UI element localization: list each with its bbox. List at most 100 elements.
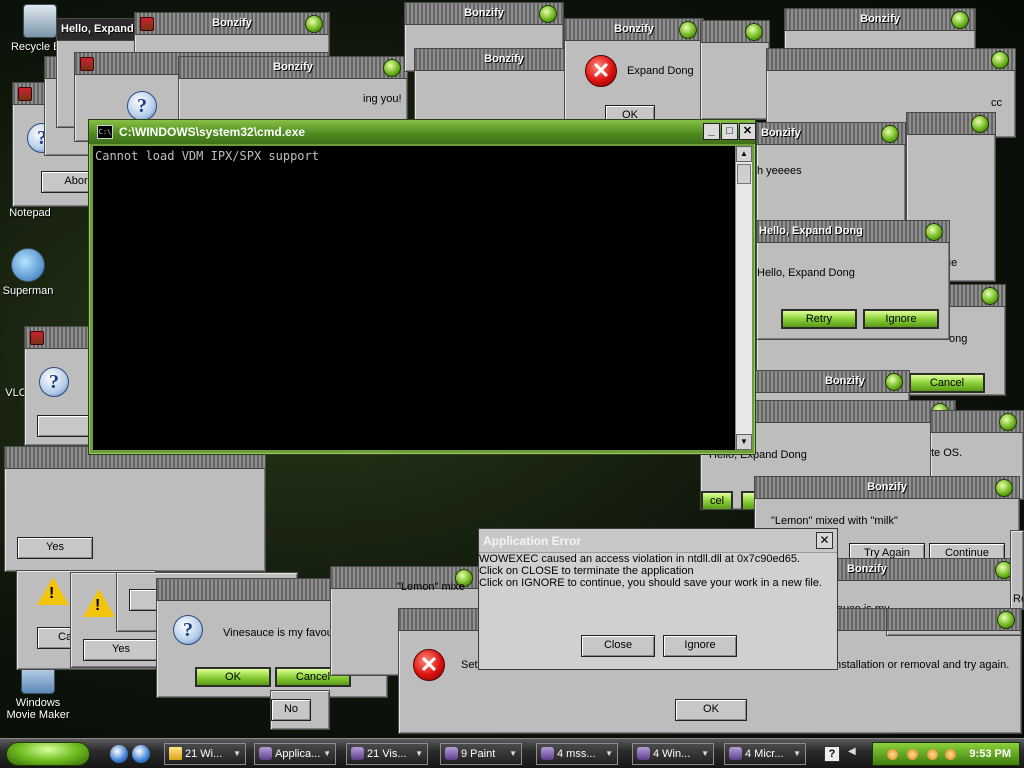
close-icon[interactable] <box>305 15 323 33</box>
cmd-titlebar[interactable]: C:\ C:\WINDOWS\system32\cmd.exe _ □ ✕ <box>89 120 756 144</box>
warning-icon: ! <box>37 577 69 605</box>
console-icon: C:\ <box>97 125 113 139</box>
dialog-titlebar[interactable]: Application Error ✕ <box>479 529 837 553</box>
bonzify-window: Bonzify h yeeees <box>756 122 906 222</box>
recycle-bin-icon <box>23 4 57 38</box>
task-label: 21 Wi... <box>185 748 223 760</box>
close-icon[interactable] <box>539 5 557 23</box>
desktop-icon-superman[interactable]: Superman <box>0 248 66 297</box>
close-icon[interactable] <box>995 479 1013 497</box>
task-label: 4 Win... <box>653 748 691 760</box>
taskbar-group-micr[interactable]: 4 Micr... ▼ <box>724 743 806 765</box>
internet-explorer-icon[interactable] <box>110 745 128 763</box>
dialog-message: Set <box>461 659 478 671</box>
help-icon[interactable]: ? <box>824 746 840 762</box>
close-icon[interactable] <box>383 59 401 77</box>
tray-arrow-icon[interactable]: ◀ <box>848 746 856 757</box>
close-icon[interactable] <box>999 413 1017 431</box>
bonzify-window: Re <box>1010 530 1024 610</box>
bonzify-window: Yes <box>4 446 266 572</box>
bonzify-window: Bonzify ✕ Expand Dong OK <box>564 18 704 128</box>
taskbar-group-paint[interactable]: 9 Paint ▼ <box>440 743 522 765</box>
close-button[interactable]: Close <box>581 635 655 657</box>
close-icon[interactable] <box>951 11 969 29</box>
retry-button[interactable]: Retry <box>781 309 857 329</box>
close-icon[interactable]: ✕ <box>816 532 833 549</box>
scroll-thumb[interactable] <box>737 164 751 184</box>
search-icon[interactable] <box>927 749 938 760</box>
vertical-scrollbar[interactable]: ▲ ▼ <box>735 146 752 450</box>
player-icon <box>11 248 45 282</box>
cancel-button[interactable]: cel <box>701 491 733 509</box>
close-icon[interactable] <box>997 611 1015 629</box>
maximize-button[interactable]: □ <box>721 123 738 140</box>
chevron-down-icon: ▼ <box>233 749 241 758</box>
close-icon[interactable] <box>745 23 763 41</box>
task-label: Applica... <box>275 748 321 760</box>
bonzify-window: No <box>270 690 330 730</box>
ok-button[interactable]: OK <box>675 699 747 721</box>
taskbar-group-application[interactable]: Applica... ▼ <box>254 743 336 765</box>
window-title: Bonzify <box>860 13 900 25</box>
dialog-message: nstallation or removal and try again. <box>835 659 1010 671</box>
scroll-down-icon[interactable]: ▼ <box>736 434 752 450</box>
dialog-message: h yeeees <box>757 165 802 177</box>
dialog-message: ing you! <box>363 93 402 105</box>
window-title: Hello, Expand Dong <box>759 225 863 237</box>
error-icon: ✕ <box>413 649 445 681</box>
taskbar: 21 Wi... ▼ Applica... ▼ 21 Vis... ▼ 9 Pa… <box>0 738 1024 768</box>
error-instruction-ignore: Click on IGNORE to continue, you should … <box>479 577 822 589</box>
taskbar-group-win[interactable]: 4 Win... ▼ <box>632 743 714 765</box>
dialog-message: Re <box>1013 593 1023 605</box>
minimize-button[interactable]: _ <box>703 123 720 140</box>
no-button[interactable]: No <box>271 699 311 721</box>
window-title: Bonzify <box>212 17 252 29</box>
dialog-message: ong <box>949 333 968 345</box>
ok-button[interactable]: OK <box>195 667 271 687</box>
cancel-button[interactable]: Cancel <box>909 373 985 393</box>
close-button[interactable]: ✕ <box>739 123 756 140</box>
ignore-button[interactable]: Ignore <box>863 309 939 329</box>
desktop-icon-label: Windows Movie Maker <box>6 697 70 721</box>
volume-icon[interactable] <box>907 749 918 760</box>
close-icon[interactable] <box>679 21 697 39</box>
taskbar-group-vis[interactable]: 21 Vis... ▼ <box>346 743 428 765</box>
ignore-button[interactable]: Ignore <box>663 635 737 657</box>
error-icon: ✕ <box>585 55 617 87</box>
taskbar-group-windows[interactable]: 21 Wi... ▼ <box>164 743 246 765</box>
bonzi-icon <box>259 747 272 760</box>
bonzify-window: Hello, Expand Dong Hello, Expand Dong Re… <box>756 220 950 340</box>
cmd-title: C:\WINDOWS\system32\cmd.exe <box>119 125 306 139</box>
dialog-message: cc <box>991 97 1002 109</box>
network-icon[interactable] <box>887 749 898 760</box>
dialog-title: Application Error <box>483 534 582 548</box>
bonzi-icon <box>351 747 364 760</box>
app-icon <box>18 87 32 101</box>
close-icon[interactable] <box>925 223 943 241</box>
start-button[interactable] <box>6 742 90 766</box>
close-icon[interactable] <box>991 51 1009 69</box>
task-label: 4 Micr... <box>745 748 784 760</box>
dialog-message: "Lemon" mixed with "milk" <box>771 515 898 527</box>
close-icon[interactable] <box>971 115 989 133</box>
close-icon[interactable] <box>881 125 899 143</box>
console-output[interactable]: Cannot load VDM IPX/SPX support <box>93 146 735 450</box>
taskbar-group-mss[interactable]: 4 mss... ▼ <box>536 743 618 765</box>
yes-button[interactable]: Yes <box>17 537 93 559</box>
cmd-window: C:\ C:\WINDOWS\system32\cmd.exe _ □ ✕ Ca… <box>88 119 756 455</box>
close-icon[interactable] <box>981 287 999 305</box>
bonzify-window <box>700 20 770 120</box>
quick-launch-icon[interactable] <box>132 745 150 763</box>
chevron-down-icon: ▼ <box>793 749 801 758</box>
error-instruction-close: Click on CLOSE to terminate the applicat… <box>479 565 694 577</box>
scroll-up-icon[interactable]: ▲ <box>736 146 752 162</box>
clock[interactable]: 9:53 PM <box>969 748 1011 760</box>
bonzify-window <box>886 608 1022 636</box>
yes-button[interactable]: Yes <box>83 639 159 661</box>
task-label: 21 Vis... <box>367 748 407 760</box>
dialog-message: "Lemon" mixe <box>397 581 465 593</box>
security-icon[interactable] <box>945 749 956 760</box>
close-icon[interactable] <box>885 373 903 391</box>
bonzi-icon <box>637 747 650 760</box>
dialog-message: te OS. <box>931 447 963 459</box>
